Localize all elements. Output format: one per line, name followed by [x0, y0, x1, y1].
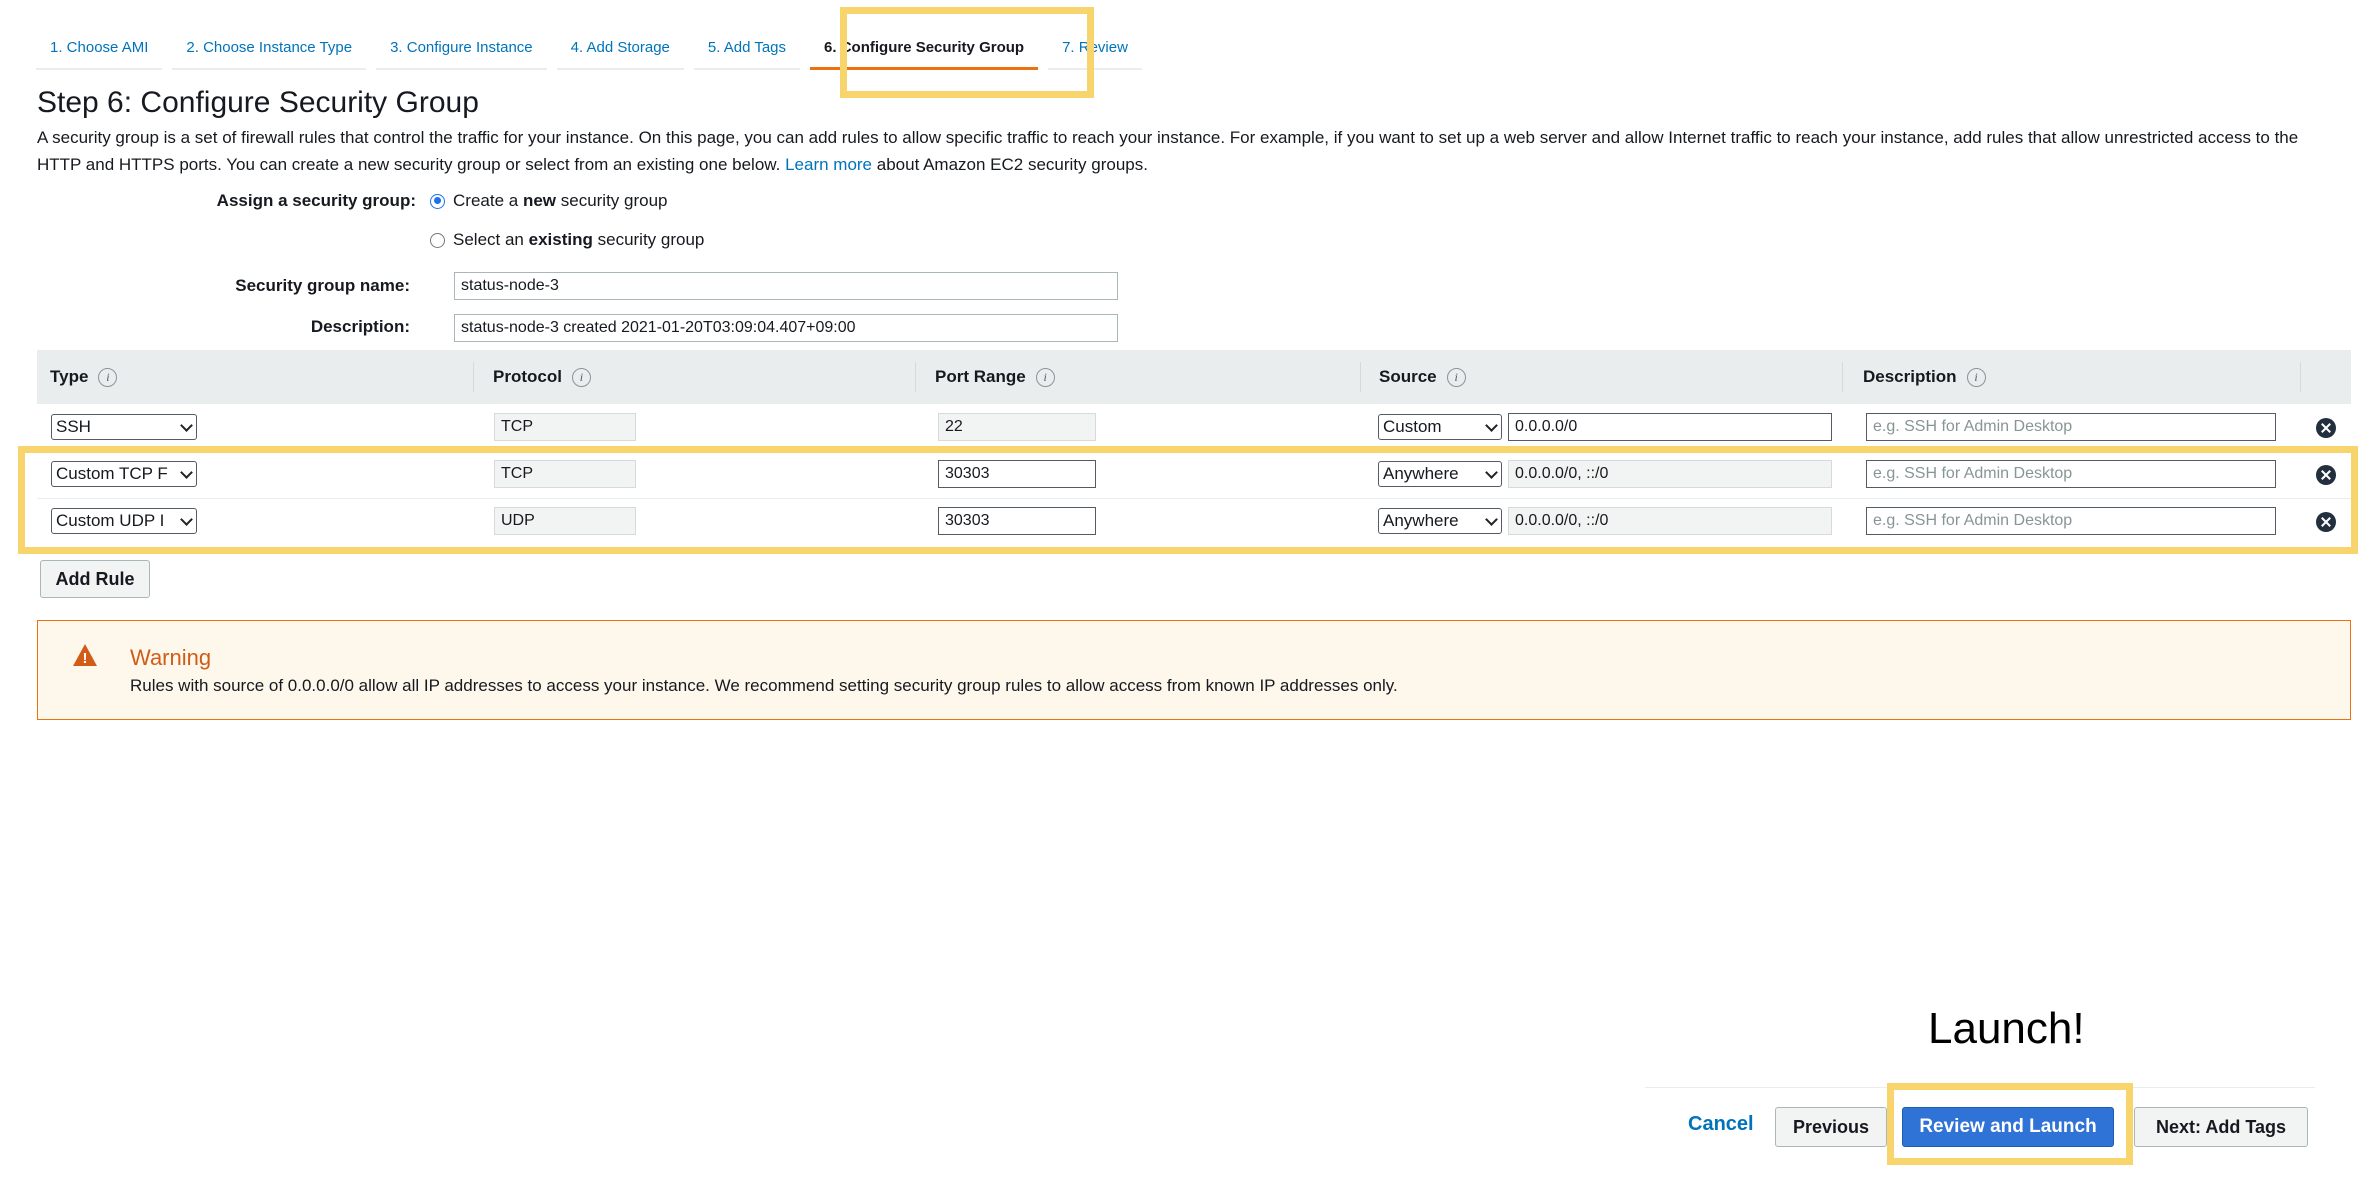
remove-rule-icon[interactable]: [2316, 465, 2336, 485]
intro-text: A security group is a set of firewall ru…: [37, 124, 2337, 178]
learn-more-link[interactable]: Learn more: [785, 155, 872, 174]
wizard-tabs: 1. Choose AMI 2. Choose Instance Type 3.…: [36, 30, 1152, 70]
header-protocol: Protocol i: [493, 350, 591, 404]
option-select-existing[interactable]: Select an existing security group: [430, 230, 704, 250]
info-icon[interactable]: i: [571, 367, 591, 387]
header-type: Type i: [50, 350, 118, 404]
rule-source-select[interactable]: Custom: [1378, 414, 1502, 440]
rule-protocol: TCP: [494, 413, 636, 441]
svg-text:!: !: [83, 650, 88, 667]
rule-source-cidr[interactable]: 0.0.0.0/0: [1508, 413, 1832, 441]
rule-source-cidr: 0.0.0.0/0, ::/0: [1508, 460, 1832, 488]
rule-protocol: TCP: [494, 460, 636, 488]
rule-protocol: UDP: [494, 507, 636, 535]
radio-select-existing[interactable]: [430, 232, 445, 248]
intro-text-body: A security group is a set of firewall ru…: [37, 128, 2299, 174]
info-icon[interactable]: i: [1966, 367, 1986, 387]
chevron-down-icon: [1485, 466, 1498, 479]
cancel-button[interactable]: Cancel: [1688, 1113, 1754, 1136]
warning-alert: ! Warning Rules with source of 0.0.0.0/0…: [37, 620, 2351, 720]
tab-add-storage[interactable]: 4. Add Storage: [556, 30, 684, 70]
rule-port-range-input[interactable]: 30303: [938, 460, 1096, 488]
rule-source-cidr: 0.0.0.0/0, ::/0: [1508, 507, 1832, 535]
rule-description-input[interactable]: e.g. SSH for Admin Desktop: [1866, 460, 2276, 488]
chevron-down-icon: [1485, 513, 1498, 526]
rule-description-input[interactable]: e.g. SSH for Admin Desktop: [1866, 507, 2276, 535]
tab-configure-instance[interactable]: 3. Configure Instance: [376, 30, 547, 70]
header-description: Description i: [1863, 350, 1986, 404]
warning-text: Rules with source of 0.0.0.0/0 allow all…: [130, 676, 1398, 695]
info-icon[interactable]: i: [1446, 367, 1466, 387]
rule-type-select[interactable]: Custom UDP I: [51, 508, 197, 534]
security-group-name-label: Security group name:: [235, 276, 410, 295]
security-group-name-input[interactable]: status-node-3: [454, 272, 1118, 300]
option-create-new-label: Create a new security group: [453, 191, 668, 210]
header-port-range: Port Range i: [935, 350, 1055, 404]
rule-source-select[interactable]: Anywhere: [1378, 508, 1502, 534]
page-title: Step 6: Configure Security Group: [37, 86, 479, 119]
rule-port-range-input[interactable]: 30303: [938, 507, 1096, 535]
chevron-down-icon: [1485, 419, 1498, 432]
security-group-description-input[interactable]: status-node-3 created 2021-01-20T03:09:0…: [454, 314, 1118, 342]
remove-rule-icon[interactable]: [2316, 512, 2336, 532]
intro-text-tail: about Amazon EC2 security groups.: [876, 155, 1148, 174]
description-label: Description:: [310, 317, 410, 336]
rule-type-select[interactable]: SSH: [51, 414, 197, 440]
rule-port-range: 22: [938, 413, 1096, 441]
review-and-launch-button[interactable]: Review and Launch: [1902, 1107, 2114, 1147]
warning-icon: !: [73, 644, 97, 667]
tab-configure-security-group[interactable]: 6. Configure Security Group: [810, 30, 1039, 70]
option-create-new[interactable]: Create a new security group: [430, 191, 668, 211]
info-icon[interactable]: i: [98, 367, 118, 387]
assign-security-group-label: Assign a security group:: [216, 191, 416, 210]
launch-callout: Launch!: [1928, 1004, 2085, 1053]
option-select-existing-label: Select an existing security group: [453, 230, 705, 249]
rules-table-header: Type i Protocol i Port Range i Source i Desc…: [37, 350, 2351, 404]
previous-button[interactable]: Previous: [1775, 1107, 1887, 1147]
remove-rule-icon[interactable]: [2316, 418, 2336, 438]
warning-title: Warning: [130, 645, 212, 670]
info-icon[interactable]: i: [1035, 367, 1055, 387]
tab-choose-instance-type[interactable]: 2. Choose Instance Type: [172, 30, 367, 70]
add-rule-button[interactable]: Add Rule: [40, 560, 150, 598]
chevron-down-icon: [180, 466, 193, 479]
chevron-down-icon: [180, 419, 193, 432]
chevron-down-icon: [180, 513, 193, 526]
rule-source-select[interactable]: Anywhere: [1378, 461, 1502, 487]
tab-review[interactable]: 7. Review: [1048, 30, 1142, 70]
rule-description-input[interactable]: e.g. SSH for Admin Desktop: [1866, 413, 2276, 441]
header-source: Source i: [1379, 350, 1466, 404]
tab-add-tags[interactable]: 5. Add Tags: [693, 30, 801, 70]
radio-create-new[interactable]: [430, 193, 445, 209]
tab-choose-ami[interactable]: 1. Choose AMI: [36, 30, 163, 70]
rule-type-select[interactable]: Custom TCP F: [51, 461, 197, 487]
next-add-tags-button[interactable]: Next: Add Tags: [2134, 1107, 2308, 1147]
